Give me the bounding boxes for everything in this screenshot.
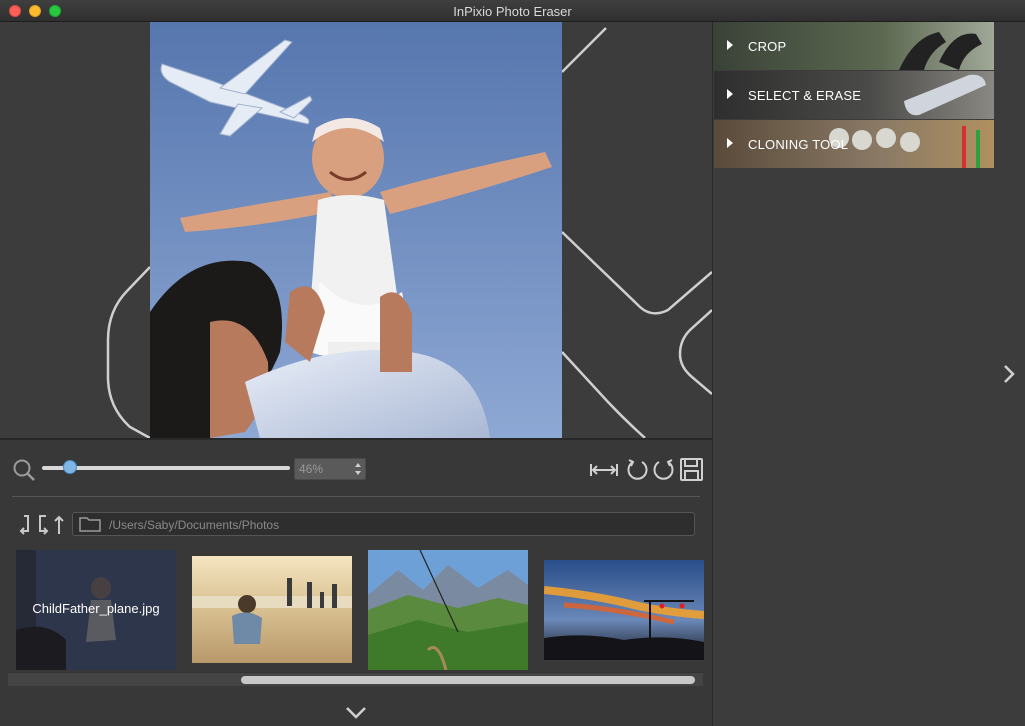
thumbnail-image-beach [192, 556, 352, 663]
folder-icon [79, 517, 101, 532]
forward-icon[interactable] [39, 515, 49, 535]
thumbnail-item[interactable] [192, 556, 352, 663]
select-erase-tool-label: SELECT & ERASE [748, 88, 862, 103]
zoom-value: 46% [299, 462, 324, 476]
zoom-icon [13, 459, 35, 481]
fit-to-screen-icon[interactable] [590, 464, 618, 476]
select-erase-tool-button[interactable]: SELECT & ERASE [714, 71, 994, 119]
bottom-panel: 46% /Users/Saby/Documents/Photos ChildFa… [0, 438, 712, 726]
expand-triangle-icon [727, 40, 733, 50]
chevron-down-icon[interactable] [344, 704, 368, 720]
edited-photo[interactable] [150, 22, 562, 438]
save-icon[interactable] [680, 458, 703, 481]
rotate-right-icon[interactable] [653, 459, 674, 480]
rotate-left-icon[interactable] [627, 459, 648, 480]
thumbnail-scrollbar[interactable] [8, 672, 703, 686]
thumbnail-caption: ChildFather_plane.jpg [32, 601, 160, 616]
cloning-tool-button[interactable]: CLONING TOOL [714, 120, 994, 168]
tools-panel: CROP SELECT & ERASE CLONING TOOL [712, 22, 1025, 726]
thumbnail-image-mountains [368, 550, 528, 670]
zoom-slider-track[interactable] [42, 466, 290, 470]
folder-path-text: /Users/Saby/Documents/Photos [109, 518, 280, 532]
zoom-percent-field[interactable]: 46% [294, 458, 366, 480]
image-canvas[interactable] [0, 22, 712, 438]
cloning-tool-label: CLONING TOOL [748, 137, 849, 152]
thumbnail-item[interactable]: ChildFather_plane.jpg [16, 550, 176, 670]
expand-triangle-icon [727, 89, 733, 99]
crop-tool-button[interactable]: CROP [714, 22, 994, 70]
browser-nav-icons [19, 515, 64, 535]
scrollbar-knob[interactable] [241, 676, 695, 684]
folder-path-field[interactable]: /Users/Saby/Documents/Photos [72, 512, 695, 536]
title-bar: InPixio Photo Eraser [0, 0, 1025, 22]
expand-triangle-icon [727, 138, 733, 148]
back-icon[interactable] [19, 515, 29, 535]
thumbnail-item[interactable] [368, 550, 528, 670]
thumbnail-image-sunset [544, 560, 704, 660]
image-actions-toolbar [590, 458, 703, 481]
app-window: InPixio Photo Eraser CROP SELECT & ERASE… [0, 0, 1025, 726]
photo-child-father-plane [150, 22, 562, 438]
window-title: InPixio Photo Eraser [453, 4, 572, 19]
thumbnail-item[interactable] [544, 560, 704, 660]
up-icon[interactable] [54, 515, 64, 534]
crop-tool-label: CROP [748, 39, 787, 54]
panel-divider [12, 496, 700, 497]
chevron-right-icon[interactable] [1001, 362, 1017, 386]
zoom-slider-knob[interactable] [63, 460, 77, 474]
zoom-stepper-icon[interactable] [354, 461, 362, 477]
